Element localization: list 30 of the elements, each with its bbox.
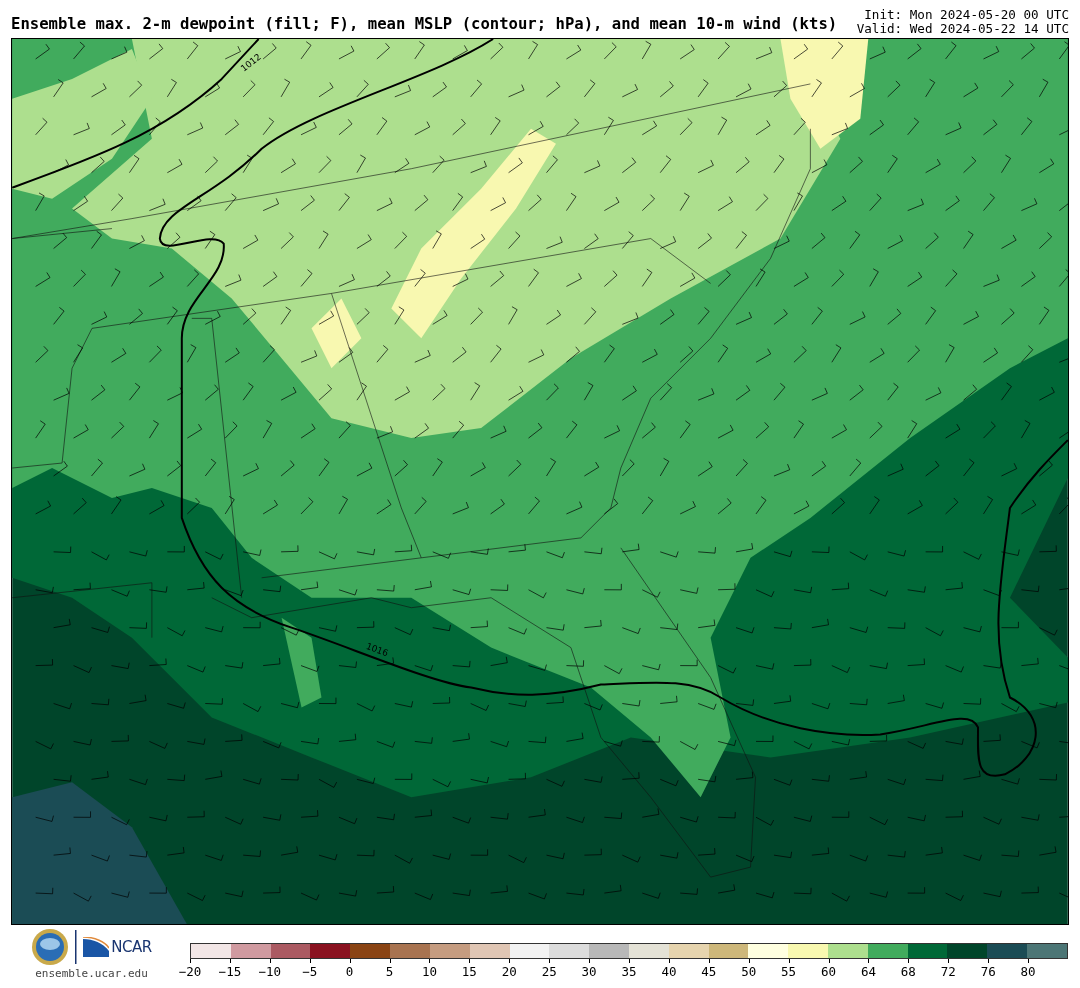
tick-label: 80 [1020,964,1036,979]
tick-label: 35 [621,964,637,979]
ncar-logo-icon [83,937,110,957]
tick-label: 40 [661,964,677,979]
tick-label: 76 [980,964,996,979]
tick-label: 20 [501,964,517,979]
tick-label: 25 [541,964,557,979]
tick-label: −10 [258,964,282,979]
valid-time: Valid: Wed 2024-05-22 14 UTC [856,22,1069,36]
tick-label: 5 [385,964,394,979]
chart-title: Ensemble max. 2-m dewpoint (fill; F), mean MSLP (contour; hPa), and mean 10-m wind (kts) [11,15,838,35]
nsf-logo-icon [31,928,70,966]
tick-label: 45 [701,964,717,979]
tick-label: −20 [178,964,202,979]
tick-label: 68 [900,964,916,979]
tick-label: 72 [940,964,956,979]
logo-text: NCAR [111,938,152,956]
init-time: Init: Mon 2024-05-20 00 UTC [864,8,1069,22]
tick-label: 55 [781,964,797,979]
tick-label: 64 [860,964,876,979]
website-url: ensemble.ucar.edu [35,967,148,980]
tick-label: −5 [302,964,318,979]
tick-label: 60 [821,964,837,979]
tick-label: 10 [421,964,437,979]
tick-label: 0 [345,964,354,979]
tick-label: 30 [581,964,597,979]
tick-label: 50 [741,964,757,979]
tick-label: −15 [218,964,242,979]
tick-label: 15 [461,964,477,979]
contour-label: 1016 [364,641,390,659]
